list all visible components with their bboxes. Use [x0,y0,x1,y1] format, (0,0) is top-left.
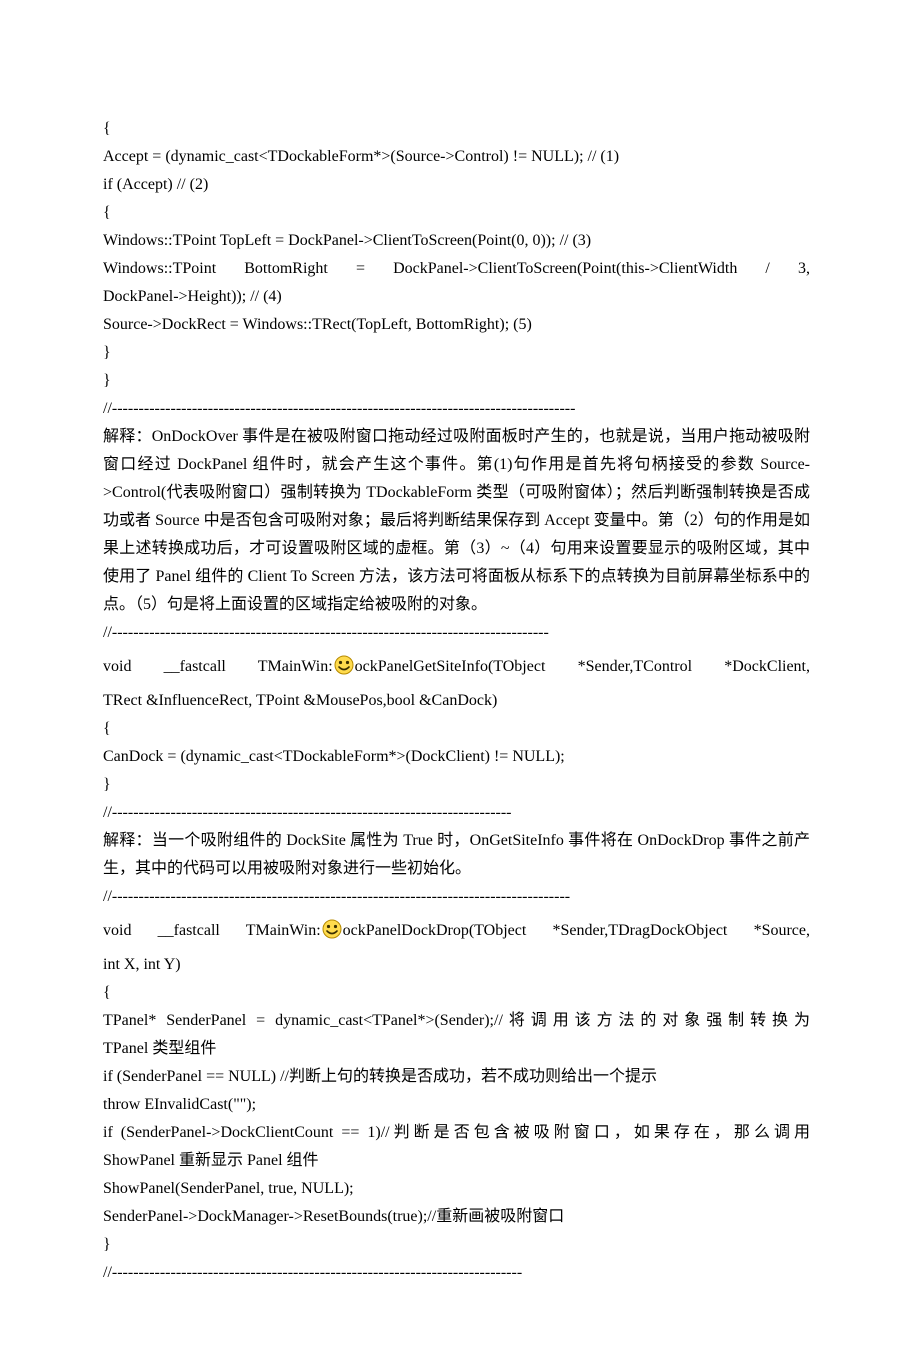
code-line: ShowPanel(SenderPanel, true, NULL); [103,1175,810,1203]
text-segment: ockPanelGetSiteInfo(TObject *Sender,TCon… [355,658,810,675]
code-line: if (Accept) // (2) [103,171,810,199]
explanation-paragraph: 解释：当一个吸附组件的 DockSite 属性为 True 时，OnGetSit… [103,827,810,883]
code-line: } [103,771,810,799]
code-line: void __fastcall TMainWin: ockPanelGetSite… [103,653,810,681]
smile-emoji-icon [322,919,342,939]
code-line: } [103,367,810,395]
document-page: { Accept = (dynamic_cast<TDockableForm*>… [0,0,920,1347]
separator-comment: //--------------------------------------… [103,395,810,423]
separator-comment: //--------------------------------------… [103,619,810,647]
code-line: Windows::TPoint BottomRight = DockPanel-… [103,255,810,283]
code-line: TRect &InfluenceRect, TPoint &MousePos,b… [103,687,810,715]
separator-comment: //--------------------------------------… [103,883,810,911]
text-segment: ockPanelDockDrop(TObject *Sender,TDragDo… [343,922,810,939]
code-line: } [103,339,810,367]
text-segment: void __fastcall TMainWin: [103,658,333,675]
code-line: ShowPanel 重新显示 Panel 组件 [103,1147,810,1175]
code-line: Source->DockRect = Windows::TRect(TopLef… [103,311,810,339]
code-line: int X, int Y) [103,951,810,979]
code-line: void __fastcall TMainWin: ockPanelDockDro… [103,917,810,945]
code-line: { [103,115,810,143]
code-line: { [103,715,810,743]
separator-comment: //--------------------------------------… [103,799,810,827]
separator-comment: //--------------------------------------… [103,1259,810,1287]
code-line: if (SenderPanel->DockClientCount == 1)//… [103,1119,810,1147]
code-line: Windows::TPoint TopLeft = DockPanel->Cli… [103,227,810,255]
text-segment: void __fastcall TMainWin: [103,922,321,939]
code-line: SenderPanel->DockManager->ResetBounds(tr… [103,1203,810,1231]
code-line: TPanel 类型组件 [103,1035,810,1063]
code-line: CanDock = (dynamic_cast<TDockableForm*>(… [103,743,810,771]
code-line: Accept = (dynamic_cast<TDockableForm*>(S… [103,143,810,171]
code-line: DockPanel->Height)); // (4) [103,283,810,311]
code-line: throw EInvalidCast(""); [103,1091,810,1119]
smile-emoji-icon [334,655,354,675]
code-line: { [103,199,810,227]
explanation-paragraph: 解释：OnDockOver 事件是在被吸附窗口拖动经过吸附面板时产生的，也就是说… [103,423,810,619]
code-line: TPanel* SenderPanel = dynamic_cast<TPane… [103,1007,810,1035]
code-line: if (SenderPanel == NULL) //判断上句的转换是否成功，若… [103,1063,810,1091]
code-line: { [103,979,810,1007]
code-line: } [103,1231,810,1259]
